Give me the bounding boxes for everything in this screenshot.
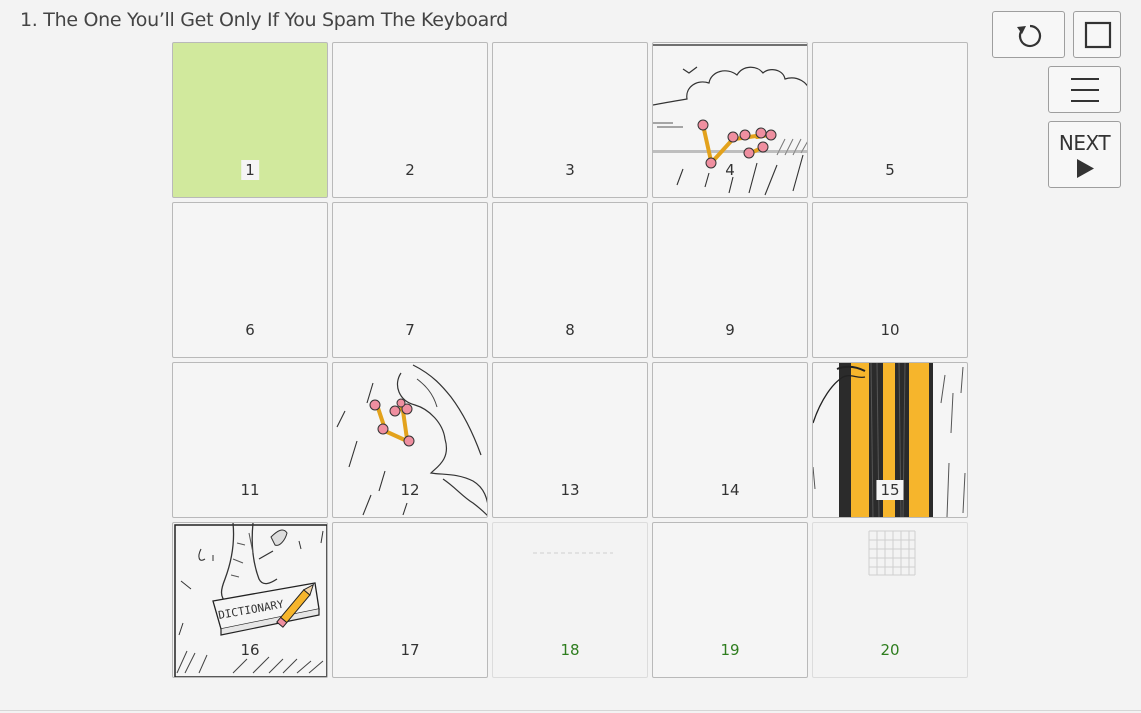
tile-18[interactable]: 18 [492, 522, 648, 678]
tile-8[interactable]: 8 [492, 202, 648, 358]
square-icon [1084, 21, 1112, 49]
tile-number: 3 [565, 161, 575, 179]
bottom-divider [0, 710, 1141, 711]
tile-number: 5 [885, 161, 895, 179]
tile-grid: 1 2 3 4 5 6 7 8 9 10 11 12 13 14 15 DICT… [172, 42, 971, 680]
tile-4[interactable]: 4 [652, 42, 808, 198]
play-triangle-icon [1077, 159, 1094, 178]
tile-number: 6 [245, 321, 255, 339]
tile-number: 16 [240, 641, 260, 659]
restart-icon [1017, 24, 1042, 48]
tile-number: 13 [560, 481, 580, 499]
fullscreen-button[interactable] [1073, 11, 1121, 58]
tile-number: 14 [720, 481, 740, 499]
menu-button[interactable] [1048, 66, 1121, 113]
tile-12[interactable]: 12 [332, 362, 488, 518]
tile-11[interactable]: 11 [172, 362, 328, 518]
tile-number: 18 [560, 641, 580, 659]
tile-number: 12 [400, 481, 420, 499]
tile-number: 19 [720, 641, 740, 659]
next-button[interactable]: NEXT [1048, 121, 1121, 188]
tile-number: 1 [241, 160, 259, 180]
tile-9[interactable]: 9 [652, 202, 808, 358]
tile-number: 10 [880, 321, 900, 339]
tile-number: 15 [876, 480, 904, 500]
tile-15[interactable]: 15 [812, 362, 968, 518]
tile-20[interactable]: 20 [812, 522, 968, 678]
tile-14[interactable]: 14 [652, 362, 808, 518]
hamburger-menu-icon [1071, 78, 1099, 102]
tile-5[interactable]: 5 [812, 42, 968, 198]
restart-button[interactable] [992, 11, 1065, 58]
tile-13[interactable]: 13 [492, 362, 648, 518]
tile-19[interactable]: 19 [652, 522, 808, 678]
tile-number: 17 [400, 641, 420, 659]
tile-7[interactable]: 7 [332, 202, 488, 358]
tile-16[interactable]: DICTIONARY 16 [172, 522, 328, 678]
tile-3[interactable]: 3 [492, 42, 648, 198]
tile-10[interactable]: 10 [812, 202, 968, 358]
tile-number: 9 [725, 321, 735, 339]
tile-2[interactable]: 2 [332, 42, 488, 198]
tile-number: 11 [240, 481, 260, 499]
tile-number: 8 [565, 321, 575, 339]
tile-number: 4 [725, 161, 735, 179]
tile-17[interactable]: 17 [332, 522, 488, 678]
level-title: 1. The One You’ll Get Only If You Spam T… [20, 9, 508, 31]
tile-number: 20 [880, 641, 900, 659]
tile-number: 7 [405, 321, 415, 339]
tile-6[interactable]: 6 [172, 202, 328, 358]
tile-1[interactable]: 1 [172, 42, 328, 198]
tile-number: 2 [405, 161, 415, 179]
